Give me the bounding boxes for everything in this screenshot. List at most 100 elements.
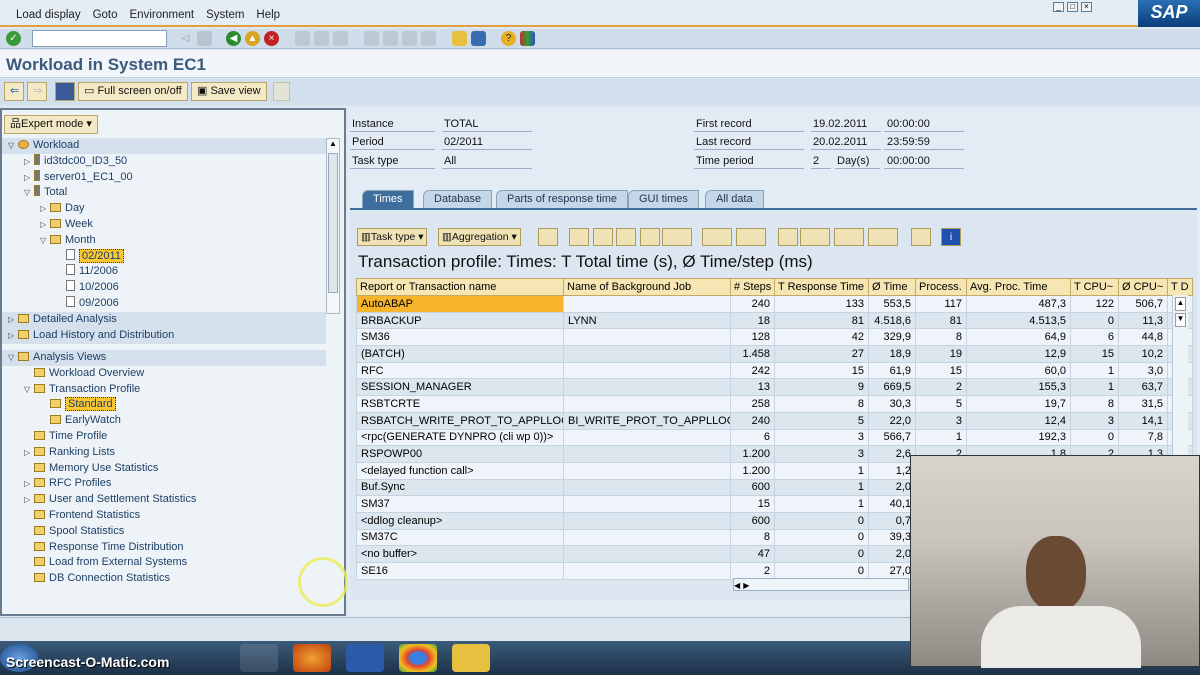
tree-item[interactable]: Time Profile: [2, 429, 326, 445]
expand-arrow-icon[interactable]: ▽: [8, 138, 18, 153]
refresh-button[interactable]: [55, 82, 75, 101]
close-window-button[interactable]: ×: [1081, 2, 1092, 12]
tree-item[interactable]: 11/2006: [2, 264, 326, 280]
layout-icon[interactable]: [868, 228, 898, 246]
expand-arrow-icon[interactable]: ▽: [8, 350, 18, 365]
tree-item[interactable]: ▷ Ranking Lists: [2, 445, 326, 461]
tree-item[interactable]: Standard: [2, 397, 326, 413]
tree-item[interactable]: ▷ server01_EC1_00: [2, 169, 326, 186]
save-icon[interactable]: [197, 31, 212, 46]
table-row[interactable]: RSBTCRTE 258 8 30,3 5 19,7 8 31,5: [356, 395, 1193, 413]
tree-item[interactable]: ▷ Week: [2, 217, 326, 233]
export-icon[interactable]: [800, 228, 830, 246]
tree-item[interactable]: EarlyWatch: [2, 413, 326, 429]
new-session-icon[interactable]: [452, 31, 467, 46]
minimize-button[interactable]: _: [1053, 2, 1064, 12]
aggregation-button[interactable]: ▥Aggregation ▾: [438, 228, 521, 246]
menu-goto[interactable]: Goto: [93, 9, 118, 21]
table-row[interactable]: SESSION_MANAGER 13 9 669,5 2 155,3 1 63,7: [356, 378, 1193, 397]
tree-item[interactable]: Spool Statistics: [2, 524, 326, 540]
column-header[interactable]: T Response Time: [774, 278, 869, 296]
first-page-icon[interactable]: [364, 31, 379, 46]
table-row[interactable]: BRBACKUP LYNN 18 81 4.518,6 81 4.513,5 0 11,3: [356, 311, 1193, 330]
tab-database[interactable]: Database: [423, 190, 493, 208]
menu-environment[interactable]: Environment: [130, 9, 195, 21]
expert-mode-button[interactable]: 品Expert mode ▾: [4, 115, 98, 134]
tree-item[interactable]: Memory Use Statistics: [2, 461, 326, 477]
filter-icon[interactable]: [593, 228, 613, 246]
expand-arrow-icon[interactable]: ▷: [24, 476, 34, 491]
expand-arrow-icon[interactable]: ▷: [24, 445, 34, 460]
table-row[interactable]: SM36 128 42 329,9 8 64,9 6 44,8: [356, 328, 1193, 347]
tree-item[interactable]: DB Connection Statistics: [2, 571, 326, 587]
enter-check-icon[interactable]: ✓: [6, 31, 21, 46]
column-header[interactable]: # Steps: [730, 278, 775, 296]
column-header[interactable]: Avg. Proc. Time: [966, 278, 1071, 296]
forward-arrow-button[interactable]: ⇒: [27, 82, 47, 101]
tree-item[interactable]: Response Time Distribution: [2, 540, 326, 556]
find-icon[interactable]: [538, 228, 558, 246]
tree-item[interactable]: ▽ Transaction Profile: [2, 382, 326, 398]
tree-section[interactable]: ▷ Load History and Distribution: [2, 327, 326, 344]
sap-logon-icon[interactable]: [452, 644, 490, 672]
set-filter-icon[interactable]: [662, 228, 692, 246]
expand-arrow-icon[interactable]: ▷: [8, 312, 18, 327]
help-icon[interactable]: ?: [501, 31, 516, 46]
column-header[interactable]: T D: [1167, 278, 1193, 296]
column-header[interactable]: T CPU~: [1070, 278, 1119, 296]
table-row[interactable]: AutoABAP 240 133 553,5 117 487,3 122 506,7: [356, 295, 1193, 313]
column-header[interactable]: Ø CPU~: [1118, 278, 1168, 296]
back-icon[interactable]: ◀: [226, 31, 241, 46]
tab-parts-of-response-time[interactable]: Parts of response time: [496, 190, 629, 208]
find-binoculars-icon[interactable]: [616, 228, 636, 246]
print-icon[interactable]: [295, 31, 310, 46]
save-view-button[interactable]: ▣ Save view: [191, 82, 267, 101]
tree-item[interactable]: ▷ id3tdc00_ID3_50: [2, 153, 326, 170]
tree-section[interactable]: ▷ Detailed Analysis: [2, 312, 326, 328]
table-row[interactable]: RSBATCH_WRITE_PROT_TO_APPLLOG BI_WRITE_PR…: [356, 411, 1193, 430]
expand-arrow-icon[interactable]: ▷: [40, 201, 50, 216]
next-page-icon[interactable]: [402, 31, 417, 46]
scroll-up-icon[interactable]: ▲: [1175, 297, 1186, 311]
sum-icon[interactable]: [702, 228, 732, 246]
tab-times[interactable]: Times: [362, 190, 414, 208]
tree-item[interactable]: ▽ Month: [2, 233, 326, 249]
tab-gui-times[interactable]: GUI times: [628, 190, 699, 208]
tree-item[interactable]: Load from External Systems: [2, 555, 326, 571]
expand-arrow-icon[interactable]: ▽: [40, 233, 50, 248]
disabled-button[interactable]: [273, 82, 290, 101]
scroll-left-icon[interactable]: ◀: [734, 581, 740, 590]
tree-item[interactable]: 02/2011: [2, 248, 326, 265]
find-next-icon[interactable]: [333, 31, 348, 46]
expand-arrow-icon[interactable]: ▷: [24, 154, 34, 169]
tree-scrollbar[interactable]: ▲: [326, 138, 340, 314]
column-header[interactable]: Ø Time: [868, 278, 916, 296]
expand-arrow-icon[interactable]: ▷: [24, 170, 34, 185]
word-icon[interactable]: [346, 644, 384, 672]
tree-item[interactable]: 09/2006: [2, 296, 326, 312]
views-icon[interactable]: [834, 228, 864, 246]
tree-item[interactable]: ▽ Analysis Views: [2, 350, 326, 366]
subtotal-icon[interactable]: [736, 228, 766, 246]
back-arrow-icon[interactable]: ◁: [178, 31, 193, 46]
firefox-icon[interactable]: [293, 644, 331, 672]
tree-item[interactable]: ▷ RFC Profiles: [2, 476, 326, 492]
expand-arrow-icon[interactable]: ▽: [24, 382, 34, 397]
table-row[interactable]: <rpc(GENERATE DYNPRO (cli wp 0))> 6 3 566,7…: [356, 428, 1193, 447]
find-icon[interactable]: [314, 31, 329, 46]
tab-all-data[interactable]: All data: [705, 190, 764, 208]
scroll-right-icon[interactable]: ▶: [743, 581, 749, 590]
tree-item[interactable]: ▽ Workload: [2, 138, 326, 154]
graphic-icon[interactable]: [911, 228, 931, 246]
scroll-up-icon[interactable]: ▲: [327, 139, 339, 151]
expand-arrow-icon[interactable]: ▷: [8, 328, 18, 343]
scroll-down-icon[interactable]: ▼: [1175, 313, 1186, 327]
task-type-button[interactable]: ▥Task type ▾: [357, 228, 428, 246]
info-icon[interactable]: i: [941, 228, 961, 246]
menu-help[interactable]: Help: [256, 9, 280, 21]
previous-page-icon[interactable]: [383, 31, 398, 46]
table-horizontal-scrollbar[interactable]: ◀ ▶: [733, 578, 909, 591]
tree-item[interactable]: ▷ User and Settlement Statistics: [2, 492, 326, 508]
table-row[interactable]: RFC 242 15 61,9 15 60,0 1 3,0: [356, 361, 1193, 380]
full-screen-button[interactable]: ▭ Full screen on/off: [78, 82, 188, 101]
